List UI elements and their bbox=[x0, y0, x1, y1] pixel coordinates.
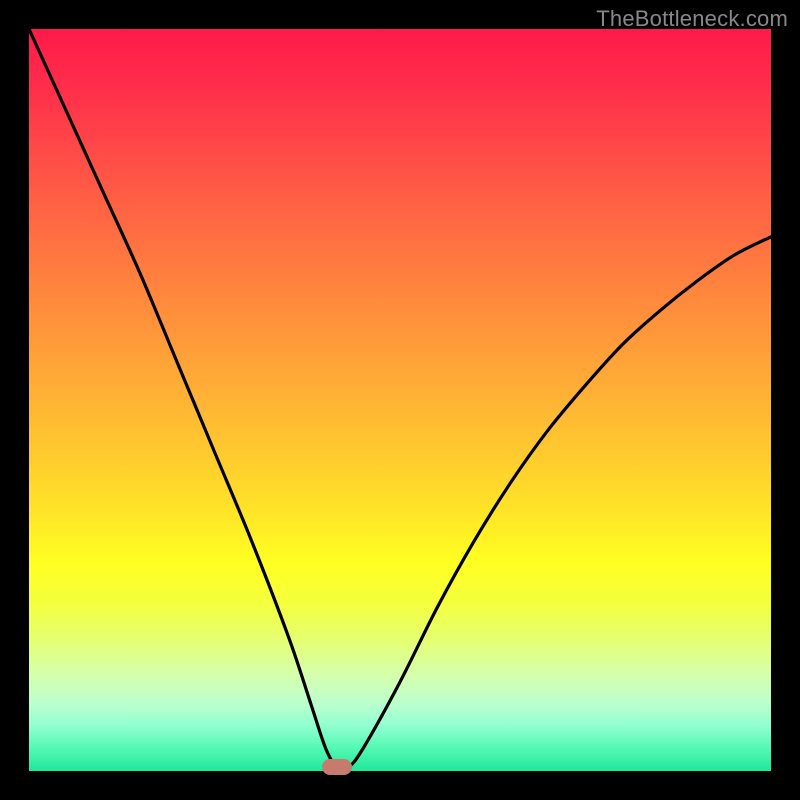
optimal-point-marker bbox=[322, 759, 352, 775]
bottleneck-curve bbox=[29, 29, 771, 771]
chart-frame: TheBottleneck.com bbox=[0, 0, 800, 800]
plot-area bbox=[29, 29, 771, 771]
